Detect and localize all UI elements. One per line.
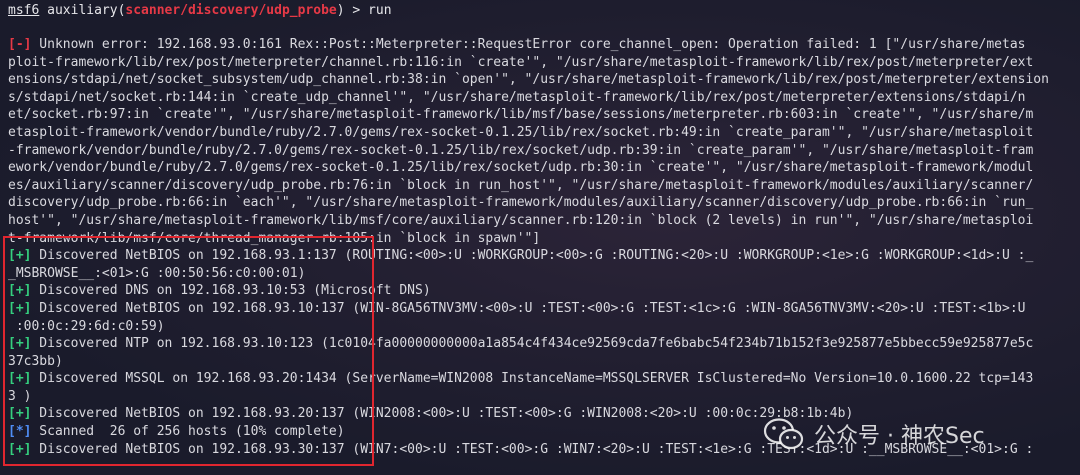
output-text: Unknown error: 192.168.93.0:161 Rex::Pos… — [31, 37, 1026, 52]
output-text: ensions/stdapi/net/socket_subsystem/udp_… — [8, 72, 1049, 88]
output-line: _MSBROWSE__:<01>:G :00:50:56:c0:00:01) — [8, 265, 1076, 283]
output-text: s/stdapi/net/socket.rb:144:in `create_ud… — [8, 89, 1026, 105]
status-tag: [*] — [8, 424, 32, 440]
status-tag: [+] — [8, 371, 32, 387]
output-line: 37c3bb) — [8, 353, 1076, 371]
output-text: host'", "/usr/share/metasploit-framework… — [8, 212, 1034, 228]
output-line: [+] Discovered NetBIOS on 192.168.93.10:… — [8, 300, 1076, 318]
output-line: ploit-framework/lib/rex/post/meterpreter… — [8, 54, 1076, 72]
command-prompt-line: msf6 auxiliary(scanner/discovery/udp_pro… — [8, 2, 392, 20]
output-line: t-framework/lib/msf/core/thread_manager.… — [8, 230, 1076, 248]
output-line: [+] Discovered MSSQL on 192.168.93.20:14… — [8, 370, 1076, 388]
output-text: es/auxiliary/scanner/discovery/udp_probe… — [8, 177, 1034, 193]
output-line: discovery/udp_probe.rb:66:in `each'", "/… — [8, 194, 1076, 212]
output-text: t-framework/lib/msf/core/thread_manager.… — [8, 230, 541, 246]
output-text: Discovered NetBIOS on 192.168.93.1:137 (… — [31, 248, 1034, 264]
output-text: ework/vendor/bundle/ruby/2.7.0/gems/rex-… — [8, 160, 1034, 176]
output-text: Discovered NetBIOS on 192.168.93.10:137 … — [31, 300, 1026, 316]
prompt-command: ) > run — [336, 3, 392, 18]
output-text: Discovered DNS on 192.168.93.10:53 (Micr… — [31, 283, 431, 299]
terminal-window: msf6 auxiliary(scanner/discovery/udp_pro… — [0, 0, 1080, 475]
status-tag: [-] — [8, 37, 32, 52]
output-text: -framework/vendor/bundle/ruby/2.7.0/gems… — [8, 142, 1034, 158]
output-line: etasploit-framework/vendor/bundle/ruby/2… — [8, 124, 1076, 142]
terminal-output: [-] Unknown error: 192.168.93.0:161 Rex:… — [8, 36, 1076, 458]
output-line: host'", "/usr/share/metasploit-framework… — [8, 212, 1076, 230]
status-tag: [+] — [8, 283, 32, 299]
status-tag: [+] — [8, 300, 32, 316]
output-text: 3 ) — [8, 388, 32, 404]
prompt-module-name: scanner/discovery/udp_probe — [125, 3, 337, 18]
output-text: Discovered NetBIOS on 192.168.93.20:137 … — [31, 406, 854, 422]
output-text: Discovered MSSQL on 192.168.93.20:1434 (… — [31, 371, 1034, 387]
wechat-icon — [763, 418, 804, 450]
output-text: Scanned 26 of 256 hosts (10% complete) — [31, 424, 345, 440]
status-tag: [+] — [8, 336, 32, 352]
output-line: ensions/stdapi/net/socket_subsystem/udp_… — [8, 71, 1076, 89]
output-line: [+] Discovered NetBIOS on 192.168.93.1:1… — [8, 247, 1076, 265]
output-line: ework/vendor/bundle/ruby/2.7.0/gems/rex-… — [8, 159, 1076, 177]
output-text: ploit-framework/lib/rex/post/meterpreter… — [8, 54, 1034, 70]
output-text: Discovered NTP on 192.168.93.10:123 (1c0… — [31, 336, 1034, 352]
output-line: -framework/vendor/bundle/ruby/2.7.0/gems… — [8, 142, 1076, 160]
output-line: s/stdapi/net/socket.rb:144:in `create_ud… — [8, 89, 1076, 107]
status-tag: [+] — [8, 441, 32, 457]
status-tag: [+] — [8, 248, 32, 264]
output-text: 37c3bb) — [8, 353, 63, 369]
output-line: es/auxiliary/scanner/discovery/udp_probe… — [8, 177, 1076, 195]
output-line: [+] Discovered NTP on 192.168.93.10:123 … — [8, 335, 1076, 353]
output-text: etasploit-framework/vendor/bundle/ruby/2… — [8, 124, 1034, 140]
status-tag: [+] — [8, 406, 32, 422]
output-line: [+] Discovered DNS on 192.168.93.10:53 (… — [8, 282, 1076, 300]
output-line: :00:0c:29:6d:c0:59) — [8, 318, 1076, 336]
msf-prompt: msf6 — [8, 3, 40, 18]
output-line: [-] Unknown error: 192.168.93.0:161 Rex:… — [8, 36, 1076, 54]
output-line: et/socket.rb:97:in `create'", "/usr/shar… — [8, 106, 1076, 124]
watermark-text: 公众号 · 神农Sec — [814, 424, 985, 449]
output-text: _MSBROWSE__:<01>:G :00:50:56:c0:00:01) — [8, 265, 306, 281]
output-line: 3 ) — [8, 388, 1076, 406]
watermark: 公众号 · 神农Sec — [762, 414, 985, 454]
output-text: et/socket.rb:97:in `create'", "/usr/shar… — [8, 107, 1034, 123]
output-text: :00:0c:29:6d:c0:59) — [8, 318, 165, 334]
output-text: discovery/udp_probe.rb:66:in `each'", "/… — [8, 195, 1034, 211]
prompt-auxiliary-word: auxiliary( — [39, 3, 126, 18]
